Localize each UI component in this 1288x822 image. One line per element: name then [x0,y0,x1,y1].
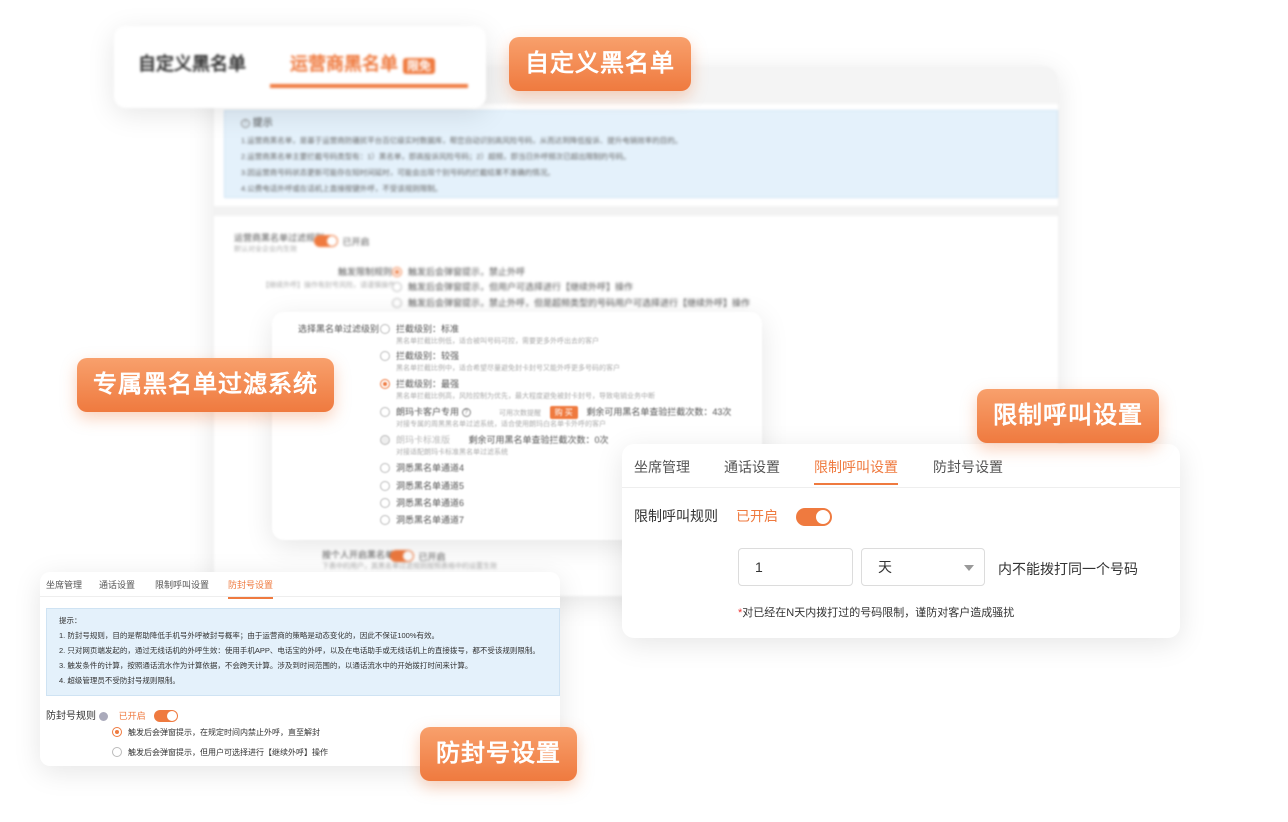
anti-tip-panel: 提示： 1. 防封号规则，目的是帮助降低手机号外呼被封号概率；由于运营商的策略是… [46,608,560,696]
limit-rule-toggle[interactable] [795,508,832,527]
radio-selected[interactable] [112,726,122,737]
anti-tip-line: 1. 防封号规则，目的是帮助降低手机号外呼被封号概率；由于运营商的策略是动态变化… [59,631,440,640]
unit-select-value: 天 [878,559,892,575]
radio-selected[interactable] [392,266,402,277]
days-number-input[interactable]: 1 [738,548,853,586]
radio[interactable] [380,350,390,361]
tab-anti-block-settings[interactable]: 防封号设置 [933,457,1003,477]
tag-call-limit: 限制呼叫设置 [977,389,1159,443]
tab-underline [270,84,468,88]
anti-tip-title: 提示： [59,616,82,625]
tip-panel: ! 提示 1.运营商黑名单，是基于运营商防骚扰平台百亿级实时数据库，帮您自动识别… [224,110,1058,198]
personal-toggle[interactable] [390,549,414,562]
radio-disabled[interactable] [380,434,390,445]
trigger-label: 触发限制规则 [338,267,393,277]
blacklist-tabs-card: 自定义黑名单 运营商黑名单 限免 [114,26,486,108]
standard-remain: 剩余可用黑名单查验拦截次数：0次 [468,435,609,445]
tab-custom-blacklist[interactable]: 自定义黑名单 [138,50,246,76]
radio[interactable] [380,406,390,417]
level-option[interactable]: 拦截级别：标准 [380,322,459,335]
filter-rule-label: 运营商黑名单过滤规则 [234,233,325,243]
special-desc: 对接专属的周黑黑名单过滤系统，适合使用朗玛白名单卡外呼的客户 [396,421,606,428]
radio[interactable] [380,514,390,525]
anti-rule-status: 已开启 [118,711,146,721]
tab-limit-call-settings[interactable]: 限制呼叫设置 [814,457,898,485]
anti-option[interactable]: 触发后会弹窗提示，但用户可选择进行【继续外呼】操作 [112,746,328,758]
info-icon: ! [241,118,250,128]
buy-button[interactable]: 购 买 [549,406,578,419]
trigger-option[interactable]: 触发后会弹窗提示，禁止外呼，但是超频类型的号码用户可选择进行【继续外呼】操作 [392,296,750,309]
anti-rule-label-wrap: 防封号规则 已开启 [46,707,179,723]
limit-suffix: 内不能拨打同一个号码 [998,561,1138,577]
limit-call-card: 坐席管理 通话设置 限制呼叫设置 防封号设置 限制呼叫规则 已开启 1 天 内不… [622,444,1180,638]
tab-agent-management[interactable]: 坐席管理 [46,578,82,591]
tip-line: 4.公费电话外呼或在话机上直接按键外呼，不受该规则限制。 [241,184,443,193]
tip-line: 1.运营商黑名单，是基于运营商防骚扰平台百亿级实时数据库，帮您自动识别高风险号码… [241,136,683,145]
tab-carrier-blacklist[interactable]: 运营商黑名单 限免 [290,50,436,76]
limit-rule-label: 限制呼叫规则 [634,508,718,524]
limit-note: *对已经在N天内拨打过的号码限制，谨防对客户造成骚扰 [738,607,1015,619]
reminder-link[interactable]: 可用次数提醒 [499,410,541,417]
help-icon[interactable]: ? [461,408,471,418]
channel-option[interactable]: 洞悉黑名单通道5 [380,479,464,492]
tip-line: 2.运营商黑名单主要拦截号码类型有：1）黑名单，即高投诉风险号码；2）超频，即当… [241,152,631,161]
divider [214,206,1058,216]
anti-rule-label: 防封号规则 [46,711,96,722]
trigger-option[interactable]: 触发后会弹窗提示，禁止外呼 [392,265,525,278]
personal-sub: 下表中的用户，其黑名单过滤规则按照表格中的设置生效 [322,563,497,570]
tab-call-settings[interactable]: 通话设置 [724,457,780,477]
personal-label: 按个人开启黑名单 [322,550,395,560]
level-option-special[interactable]: 朗玛卡客户专用 ? 可用次数提醒 购 买 剩余可用黑名单查验拦截次数：43次 [380,405,731,419]
radio[interactable] [380,323,390,334]
filter-rule-sub: 默认对全企业内生效 [234,246,297,253]
level-desc: 黑名单拦截比例中，适合希望尽量避免封卡封号又能外呼更多号码的客户 [396,365,620,372]
radio-selected[interactable] [380,378,390,389]
tip-title: 提示 [252,118,273,129]
level-desc: 黑名单拦截比例高，风险控制为优先，最大程度避免被封卡封号，导致电销业务中断 [396,393,655,400]
tag-custom-blacklist: 自定义黑名单 [509,37,691,91]
limit-rule-status: 已开启 [736,508,778,524]
anti-option[interactable]: 触发后会弹窗提示，在规定时间内禁止外呼，直至解封 [112,726,320,738]
channel-option[interactable]: 洞悉黑名单通道6 [380,496,464,509]
radio[interactable] [380,497,390,508]
special-remain: 剩余可用黑名单查验拦截次数：43次 [586,407,732,417]
anti-tip-line: 4. 超级管理员不受防封号规则限制。 [59,676,180,685]
unit-select[interactable]: 天 [861,548,985,586]
radio[interactable] [112,746,122,757]
tip-line: 3.因运营商号码状态更新可能存在短时间延时，可能会出现个别号码的拦截结果不准确的… [241,168,555,177]
tab-limit-call-settings[interactable]: 限制呼叫设置 [155,578,209,591]
tag-anti-block: 防封号设置 [420,727,577,781]
trigger-note: 【继续外呼】操作有封号风险，请谨慎操作 [262,282,395,289]
tag-exclusive-filter: 专属黑名单过滤系统 [77,358,334,412]
tab-anti-block-settings[interactable]: 防封号设置 [228,578,274,599]
info-icon[interactable] [98,711,108,721]
radio[interactable] [392,297,402,308]
limit-rule-status-wrap: 已开启 [736,506,832,527]
anti-tip-line: 3. 触发条件的计算，按照通话流水作为计算依据，不会跨天计算。涉及到时间范围的，… [59,661,473,670]
levels-label: 选择黑名单过滤级别 [298,324,380,334]
radio[interactable] [392,281,402,292]
channel-option[interactable]: 洞悉黑名单通道7 [380,513,464,526]
radio[interactable] [380,462,390,473]
channel-option[interactable]: 洞悉黑名单通道4 [380,461,464,474]
level-desc: 黑名单拦截比例低，适合被叫号码可控，需要更多外呼出去的客户 [396,338,599,345]
radio[interactable] [380,480,390,491]
tab-agent-management[interactable]: 坐席管理 [634,457,690,477]
anti-tip-line: 2. 只对网页端发起的，通过无线话机的外呼生效：使用手机APP、电话宝的外呼，以… [59,646,540,655]
anti-rule-toggle[interactable] [154,710,179,723]
standard-desc: 对接适配朗玛卡标准黑名单过滤系统 [396,449,508,456]
tab-call-settings[interactable]: 通话设置 [99,578,135,591]
trigger-option[interactable]: 触发后会弹窗提示，但用户可选择进行【继续外呼】操作 [392,280,633,293]
filter-rule-toggle[interactable] [314,234,338,247]
level-option[interactable]: 拦截级别：较强 [380,349,459,362]
level-option[interactable]: 拦截级别：最强 [380,377,459,390]
filter-rule-status: 已开启 [342,237,370,247]
free-badge: 限免 [403,57,436,74]
caret-down-icon [964,565,974,571]
level-option-standard[interactable]: 朗玛卡标准版 剩余可用黑名单查验拦截次数：0次 [380,433,609,446]
